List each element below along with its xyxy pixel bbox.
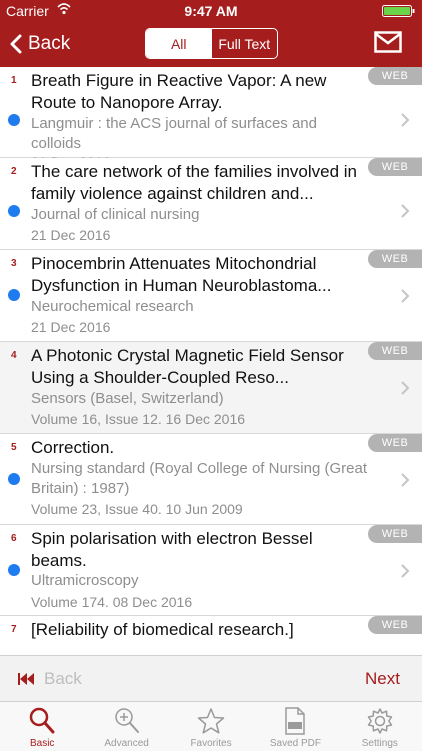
article-date: Volume 174. 08 Dec 2016 [31, 594, 193, 610]
list-item[interactable]: 1 Breath Figure in Reactive Vapor: A new… [0, 67, 422, 170]
previous-page-label: Back [44, 669, 82, 688]
tab-bar: Basic Advanced Favorites Saved PDF Setti… [0, 701, 422, 751]
tab-saved-pdf[interactable]: Saved PDF [253, 702, 337, 751]
list-item[interactable]: 3 Pinocembrin Attenuates Mitochondrial D… [0, 250, 422, 342]
list-item[interactable]: 2 The care network of the families invol… [0, 158, 422, 250]
mail-icon[interactable] [374, 31, 402, 53]
top-bar: Carrier 9:47 AM Back All Full Text [0, 0, 422, 67]
navigation-bar: Back All Full Text [0, 22, 422, 67]
item-number: 4 [11, 350, 17, 361]
star-icon [197, 708, 225, 734]
unread-dot [8, 289, 20, 301]
status-bar: Carrier 9:47 AM [0, 0, 422, 22]
tab-label: Saved PDF [269, 738, 321, 749]
tab-settings[interactable]: Settings [338, 702, 422, 751]
web-badge: WEB [368, 158, 422, 176]
chevron-right-icon [401, 204, 410, 218]
article-title: [Reliability of biomedical research.] [31, 620, 294, 639]
article-date: Volume 23, Issue 40. 10 Jun 2009 [31, 501, 243, 517]
chevron-right-icon [401, 289, 410, 303]
zoom-plus-icon [114, 708, 139, 733]
list-item[interactable]: 6 Spin polarisation with electron Bessel… [0, 525, 422, 616]
article-date: 21 Dec 2016 [31, 319, 111, 335]
tab-favorites[interactable]: Favorites [169, 702, 253, 751]
list-item[interactable]: 7 [Reliability of biomedical research.] … [0, 616, 422, 655]
article-journal: Neurochemical research [31, 298, 194, 315]
article-journal: Langmuir : the ACS journal of surfaces a… [31, 115, 317, 152]
chevron-right-icon [401, 564, 410, 578]
web-badge: WEB [368, 250, 422, 268]
unread-dot [8, 114, 20, 126]
tab-advanced[interactable]: Advanced [84, 702, 168, 751]
tab-label: Basic [29, 738, 55, 749]
battery-icon [382, 5, 415, 17]
article-title: A Photonic Crystal Magnetic Field Sensor… [31, 346, 344, 387]
article-date: Volume 16, Issue 12. 16 Dec 2016 [31, 411, 246, 427]
article-title: Pinocembrin Attenuates Mitochondrial Dys… [31, 254, 332, 295]
gear-icon [367, 708, 393, 734]
article-title: Breath Figure in Reactive Vapor: A new R… [31, 71, 327, 112]
tab-label: Advanced [104, 738, 149, 749]
article-title: The care network of the families involve… [31, 162, 357, 203]
chevron-right-icon [401, 381, 410, 395]
chevron-right-icon [401, 113, 410, 127]
unread-dot [8, 205, 20, 217]
segment-all[interactable]: All [146, 29, 212, 58]
pagination-bar: Back Next [0, 655, 422, 702]
tab-label: Favorites [190, 738, 232, 749]
article-title: Spin polarisation with electron Bessel b… [31, 529, 313, 570]
item-number: 5 [11, 442, 17, 453]
skip-back-icon [18, 673, 34, 685]
unread-dot [8, 473, 20, 485]
filter-segmented-control: All Full Text [145, 28, 278, 59]
article-date: 21 Dec 2016 [31, 227, 111, 243]
article-journal: Ultramicroscopy [31, 572, 139, 589]
article-journal: Journal of clinical nursing [31, 206, 200, 223]
article-title: Correction. [31, 438, 115, 457]
previous-page-button[interactable]: Back [18, 669, 82, 689]
pdf-file-icon [285, 707, 306, 735]
article-journal: Sensors (Basel, Switzerland) [31, 390, 224, 407]
item-number: 1 [11, 75, 17, 86]
unread-dot [8, 564, 20, 576]
item-number: 7 [11, 624, 17, 635]
article-list: 1 Breath Figure in Reactive Vapor: A new… [0, 67, 422, 655]
next-page-button[interactable]: Next [365, 669, 400, 689]
article-journal: Nursing standard (Royal College of Nursi… [31, 460, 367, 497]
tab-label: Settings [361, 738, 398, 749]
chevron-left-icon [10, 34, 22, 54]
item-number: 2 [11, 166, 17, 177]
list-item[interactable]: 5 Correction. Nursing standard (Royal Co… [0, 434, 422, 525]
back-button[interactable]: Back [10, 30, 70, 58]
back-label: Back [28, 33, 71, 54]
chevron-right-icon [401, 473, 410, 487]
web-badge: WEB [368, 67, 422, 85]
web-badge: WEB [368, 342, 422, 360]
item-number: 3 [11, 258, 17, 269]
item-number: 6 [11, 533, 17, 544]
web-badge: WEB [368, 525, 422, 543]
segment-full-text[interactable]: Full Text [212, 29, 278, 58]
tab-basic[interactable]: Basic [0, 702, 84, 751]
web-badge: WEB [368, 616, 422, 634]
list-item[interactable]: 4 A Photonic Crystal Magnetic Field Sens… [0, 342, 422, 434]
search-icon [29, 707, 55, 734]
clock: 9:47 AM [184, 3, 238, 19]
web-badge: WEB [368, 434, 422, 452]
